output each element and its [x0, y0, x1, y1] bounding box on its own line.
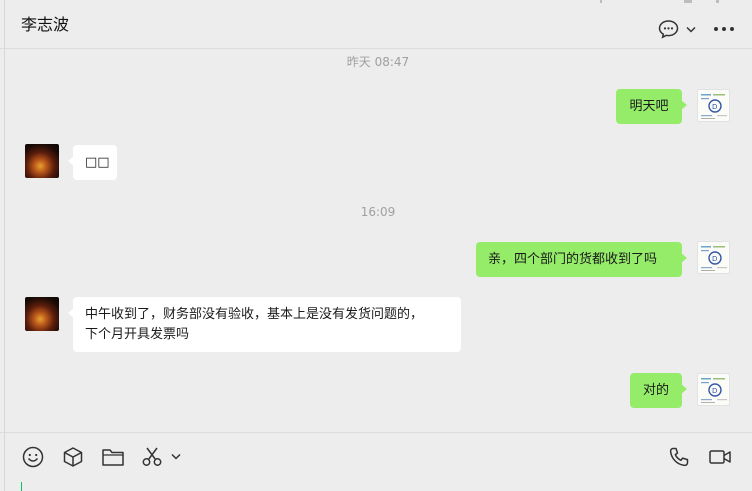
- input-toolbar: [0, 432, 752, 491]
- contact-avatar[interactable]: [25, 297, 59, 331]
- my-avatar[interactable]: D: [697, 241, 730, 274]
- timestamp: 16:09: [360, 205, 396, 219]
- message-bubble-sent[interactable]: 对的: [630, 373, 687, 408]
- emoji-icon[interactable]: [22, 446, 44, 468]
- window-controls-remnant: [600, 0, 720, 3]
- chat-bubble-icon[interactable]: [657, 18, 679, 40]
- timestamp: 昨天 08:47: [346, 55, 410, 69]
- folder-icon[interactable]: [101, 446, 125, 468]
- contact-name[interactable]: 李志波: [21, 11, 69, 35]
- my-avatar[interactable]: D: [697, 89, 730, 122]
- text-input-caret[interactable]: [21, 482, 22, 491]
- my-avatar[interactable]: D: [697, 373, 730, 406]
- message-bubble-sent[interactable]: 亲，四个部门的货都收到了吗: [476, 242, 687, 277]
- more-icon[interactable]: [712, 22, 736, 36]
- message-bubble-sent[interactable]: 明天吧: [616, 89, 687, 124]
- contact-avatar[interactable]: [25, 144, 59, 178]
- chevron-down-icon[interactable]: [684, 22, 698, 36]
- chat-header: 李志波: [0, 0, 752, 49]
- chevron-down-icon[interactable]: [171, 453, 181, 460]
- box-icon[interactable]: [62, 446, 84, 468]
- svg-text:D: D: [712, 103, 717, 111]
- scissors-icon[interactable]: [141, 446, 163, 468]
- message-bubble-received[interactable]: □□: [68, 145, 117, 180]
- svg-text:D: D: [712, 387, 717, 395]
- message-bubble-received[interactable]: 中午收到了，财务部没有验收，基本上是没有发货问题的， 下个月开具发票吗: [68, 297, 461, 352]
- message-list[interactable]: 昨天 08:47 D 明天吧 □□ 16:09 D 亲，四个部门的货都收到了吗 …: [0, 49, 752, 433]
- phone-icon[interactable]: [668, 446, 690, 468]
- svg-text:D: D: [712, 255, 717, 263]
- video-icon[interactable]: [708, 446, 732, 468]
